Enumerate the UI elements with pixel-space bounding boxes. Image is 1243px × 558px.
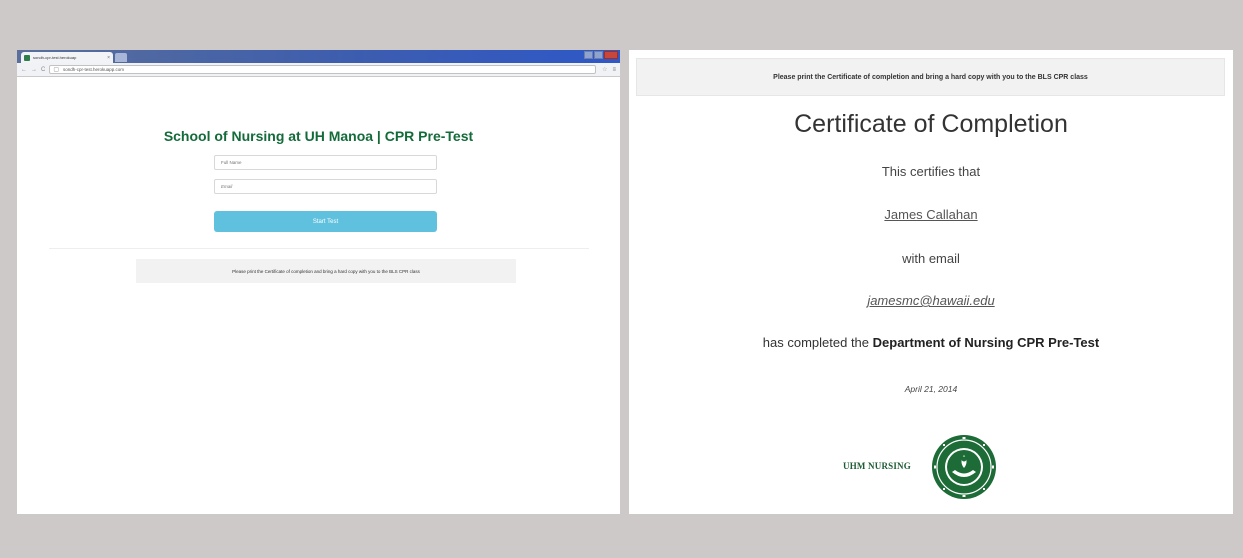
with-email-text: with email: [902, 251, 960, 266]
divider: [49, 248, 589, 249]
minimize-button[interactable]: [584, 51, 593, 59]
page-icon: ▢: [53, 67, 60, 73]
print-notice: Please print the Certificate of completi…: [136, 259, 516, 283]
recipient-name: James Callahan: [884, 207, 978, 222]
tab-close-icon[interactable]: ×: [107, 55, 110, 61]
certificate-page: Please print the Certificate of completi…: [629, 50, 1233, 514]
email-input[interactable]: [214, 179, 437, 194]
uhm-nursing-logo-text: UHM NURSING: [843, 461, 911, 471]
address-bar[interactable]: ▢ sondh-cpr-test.herokuapp.com: [49, 65, 597, 74]
browser-toolbar: ← → C ▢ sondh-cpr-test.herokuapp.com ☆ ≡: [17, 63, 620, 77]
certifies-text: This certifies that: [881, 164, 981, 179]
completion-prefix: has completed the: [762, 335, 873, 350]
bookmark-star-icon[interactable]: ☆: [602, 66, 607, 73]
page-title: School of Nursing at UH Manoa | CPR Pre-…: [163, 128, 474, 144]
menu-icon[interactable]: ≡: [612, 67, 616, 73]
certificate-title: Certificate of Completion: [794, 110, 1068, 138]
university-seal-icon: [932, 435, 996, 499]
start-test-button[interactable]: Start Test: [214, 211, 437, 232]
window-controls: [584, 51, 618, 59]
course-name: Department of Nursing CPR Pre-Test: [872, 335, 1100, 350]
browser-window: sondh-cpr-test.herokuap × ← → C ▢ sondh-…: [17, 50, 620, 514]
recipient-email: jamesmc@hawaii.edu: [867, 293, 995, 308]
back-icon[interactable]: ←: [21, 67, 27, 73]
forward-icon[interactable]: →: [31, 67, 37, 73]
maximize-button[interactable]: [594, 51, 603, 59]
completion-date: April 21, 2014: [904, 384, 958, 394]
completion-line: has completed the Department of Nursing …: [629, 335, 1233, 350]
reload-icon[interactable]: C: [41, 67, 45, 73]
print-notice-banner: Please print the Certificate of completi…: [636, 58, 1225, 96]
favicon-icon: [24, 54, 30, 61]
tab-title: sondh-cpr-test.herokuap: [33, 55, 77, 60]
browser-tab[interactable]: sondh-cpr-test.herokuap ×: [21, 52, 113, 63]
close-window-button[interactable]: [604, 51, 618, 59]
full-name-input[interactable]: [214, 155, 437, 170]
url-text: sondh-cpr-test.herokuapp.com: [63, 67, 125, 72]
new-tab-button[interactable]: [115, 53, 127, 62]
browser-tab-strip: sondh-cpr-test.herokuap ×: [17, 50, 620, 63]
